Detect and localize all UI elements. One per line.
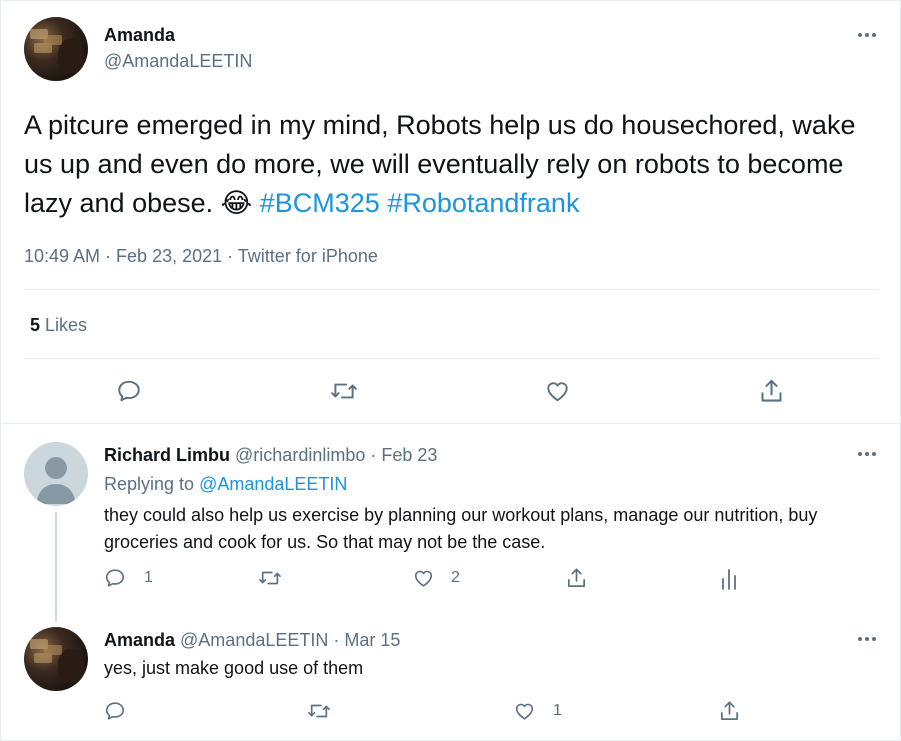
reply-date[interactable]: Mar 15: [344, 630, 400, 650]
share-icon[interactable]: [565, 566, 588, 590]
reply-author-name[interactable]: Amanda: [104, 630, 175, 650]
retweet-icon[interactable]: [307, 700, 331, 722]
reply-icon[interactable]: [104, 567, 126, 589]
avatar[interactable]: [24, 17, 88, 81]
reply-count: 1: [144, 569, 153, 586]
reply-author-handle[interactable]: @AmandaLEETIN: [180, 630, 328, 650]
reply-header: Richard Limbu @richardinlimbo · Feb 23: [104, 445, 437, 466]
likes-label: Likes: [45, 315, 88, 335]
hashtag-bcm325[interactable]: #BCM325: [260, 188, 380, 218]
divider: [24, 289, 879, 290]
thread-line: [55, 512, 57, 622]
more-icon[interactable]: [853, 444, 881, 464]
retweet-icon[interactable]: [258, 567, 282, 589]
avatar[interactable]: [24, 442, 88, 506]
more-icon[interactable]: [853, 25, 881, 45]
replying-handle[interactable]: @AmandaLEETIN: [199, 474, 347, 494]
replying-label: Replying to: [104, 474, 195, 494]
divider: [24, 358, 879, 359]
reply-icon[interactable]: [104, 700, 126, 722]
share-icon[interactable]: [718, 699, 741, 723]
author-name[interactable]: Amanda: [104, 25, 175, 46]
like-count: 1: [553, 702, 562, 719]
like-icon[interactable]: [544, 378, 571, 404]
avatar[interactable]: [24, 627, 88, 691]
author-handle[interactable]: @AmandaLEETIN: [104, 51, 252, 72]
replying-to: Replying to @AmandaLEETIN: [104, 474, 347, 495]
reply-author-handle[interactable]: @richardinlimbo: [235, 445, 365, 465]
reply-date[interactable]: Feb 23: [381, 445, 437, 465]
reply-text: they could also help us exercise by plan…: [104, 505, 818, 552]
likes-stat[interactable]: 5 Likes: [30, 315, 87, 336]
tweet-meta[interactable]: 10:49 AM · Feb 23, 2021 · Twitter for iP…: [24, 246, 378, 267]
reply-author-name[interactable]: Richard Limbu: [104, 445, 230, 465]
emoji: 😂: [220, 188, 253, 218]
retweet-icon[interactable]: [330, 378, 358, 404]
like-count: 2: [451, 569, 460, 586]
reply-icon[interactable]: [116, 378, 142, 404]
reply-text: yes, just make good use of them: [104, 658, 364, 678]
analytics-icon[interactable]: [718, 567, 740, 591]
like-icon[interactable]: [513, 700, 536, 722]
likes-count: 5: [30, 315, 41, 335]
divider: [0, 423, 901, 424]
share-icon[interactable]: [758, 377, 785, 405]
more-icon[interactable]: [853, 629, 881, 649]
separator-dot: ·: [333, 630, 340, 650]
hashtag-robotandfrank[interactable]: #Robotandfrank: [387, 188, 579, 218]
like-icon[interactable]: [412, 567, 435, 589]
reply-header: Amanda @AmandaLEETIN · Mar 15: [104, 630, 400, 651]
tweet-text: A pitcure emerged in my mind, Robots hel…: [24, 106, 884, 223]
separator-dot: ·: [370, 445, 377, 465]
